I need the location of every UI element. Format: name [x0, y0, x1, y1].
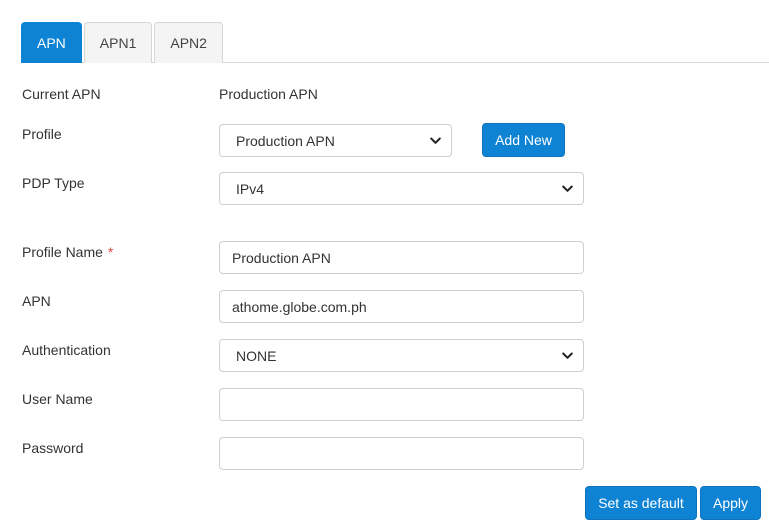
profile-label: Profile — [22, 126, 62, 142]
apn-tabs: APN APN1 APN2 — [21, 22, 225, 63]
current-apn-value: Production APN — [219, 86, 318, 102]
apply-button[interactable]: Apply — [700, 486, 761, 520]
user-name-input[interactable] — [219, 388, 584, 421]
tab-apn[interactable]: APN — [21, 22, 82, 63]
tab-apn2[interactable]: APN2 — [154, 22, 223, 63]
chevron-down-icon — [561, 350, 573, 362]
authentication-select[interactable]: NONE — [219, 339, 584, 372]
apn-label: APN — [22, 293, 51, 309]
chevron-down-icon — [429, 135, 441, 147]
password-input[interactable] — [219, 437, 584, 470]
chevron-down-icon — [561, 183, 573, 195]
user-name-label: User Name — [22, 391, 93, 407]
profile-select[interactable]: Production APN — [219, 124, 452, 157]
authentication-select-value: NONE — [236, 347, 277, 364]
authentication-label: Authentication — [22, 342, 111, 358]
password-label: Password — [22, 440, 84, 456]
set-as-default-button[interactable]: Set as default — [585, 486, 697, 520]
profile-name-input[interactable] — [219, 241, 584, 274]
apn-input[interactable] — [219, 290, 584, 323]
tab-apn1[interactable]: APN1 — [83, 22, 153, 63]
profile-select-value: Production APN — [236, 132, 335, 149]
pdp-type-label: PDP Type — [22, 175, 85, 191]
pdp-type-select[interactable]: IPv4 — [219, 172, 584, 205]
pdp-type-select-value: IPv4 — [236, 180, 265, 197]
add-new-button[interactable]: Add New — [482, 123, 565, 157]
apn-settings-page: APN APN1 APN2 Current APN Production APN… — [0, 0, 769, 526]
required-mark: * — [107, 244, 114, 260]
profile-name-label: Profile Name * — [22, 244, 113, 260]
profile-name-label-text: Profile Name — [22, 244, 103, 260]
current-apn-label: Current APN — [22, 86, 101, 102]
